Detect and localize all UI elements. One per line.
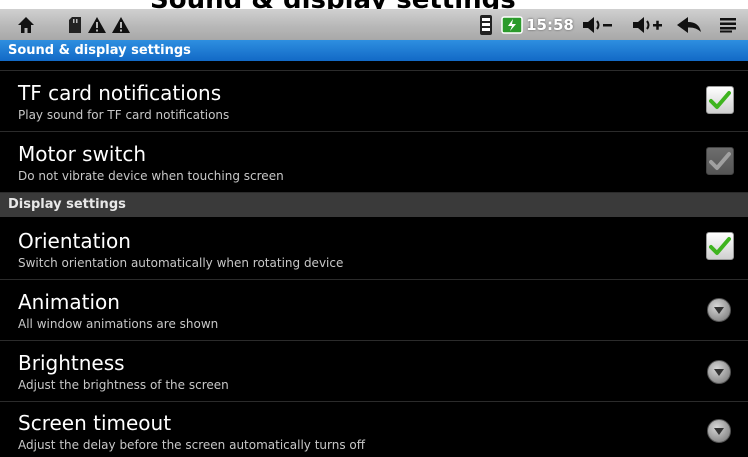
menu-icon[interactable] — [716, 12, 740, 37]
clock: 15:58 — [526, 15, 574, 34]
screen-timeout-dropdown[interactable] — [707, 419, 731, 443]
check-icon — [709, 91, 731, 109]
setting-screen-timeout[interactable]: Screen timeout Adjust the delay before t… — [0, 402, 748, 457]
setting-motor-switch[interactable]: Motor switch Do not vibrate device when … — [0, 132, 748, 193]
setting-title: Screen timeout — [18, 411, 172, 435]
page-title: Sound & display settings — [0, 40, 748, 61]
home-icon[interactable] — [14, 12, 38, 37]
chevron-down-icon — [714, 306, 724, 314]
setting-title: Brightness — [18, 351, 125, 375]
warning-icon — [86, 12, 108, 37]
animation-dropdown[interactable] — [707, 298, 731, 322]
chevron-down-icon — [714, 368, 724, 376]
back-icon[interactable] — [673, 12, 705, 37]
setting-summary: Do not vibrate device when touching scre… — [18, 169, 284, 183]
tf-card-notifications-checkbox[interactable] — [706, 86, 734, 114]
setting-title: TF card notifications — [18, 81, 222, 105]
setting-title: Animation — [18, 290, 120, 314]
volume-down-icon[interactable] — [580, 12, 616, 37]
setting-brightness[interactable]: Brightness Adjust the brightness of the … — [0, 341, 748, 402]
motor-switch-checkbox[interactable] — [706, 147, 734, 175]
check-icon — [709, 152, 731, 170]
setting-orientation[interactable]: Orientation Switch orientation automatic… — [0, 217, 748, 280]
brightness-dropdown[interactable] — [707, 360, 731, 384]
check-icon — [709, 237, 731, 255]
orientation-checkbox[interactable] — [706, 232, 734, 260]
setting-summary: All window animations are shown — [18, 317, 219, 331]
battery-icon — [500, 12, 524, 37]
setting-animation[interactable]: Animation All window animations are show… — [0, 280, 748, 341]
sd-card-icon — [66, 12, 84, 37]
setting-summary: Adjust the brightness of the screen — [18, 378, 229, 392]
signal-icon — [478, 12, 494, 37]
setting-tf-card-notifications[interactable]: TF card notifications Play sound for TF … — [0, 71, 748, 132]
setting-summary: Play sound for TF card notifications — [18, 108, 230, 122]
section-header-display-settings: Display settings — [0, 193, 748, 217]
volume-up-icon[interactable] — [630, 12, 668, 37]
setting-title: Motor switch — [18, 142, 146, 166]
list-spacer — [0, 61, 748, 71]
warning-icon — [110, 12, 132, 37]
setting-summary: Adjust the delay before the screen autom… — [18, 438, 366, 452]
setting-summary: Switch orientation automatically when ro… — [18, 256, 344, 270]
chevron-down-icon — [714, 427, 724, 435]
setting-title: Orientation — [18, 229, 131, 253]
status-bar: 15:58 — [0, 9, 748, 40]
